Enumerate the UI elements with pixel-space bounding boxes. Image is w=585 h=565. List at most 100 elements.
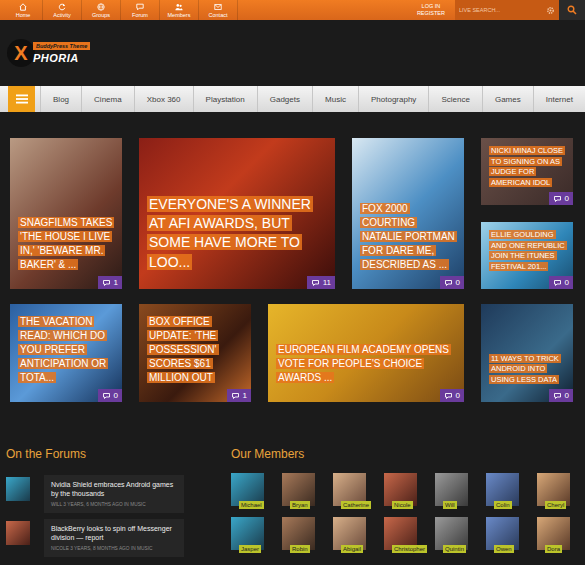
tile-caption[interactable]: ELLIE GOULDING AND ONE REPUBLIC JOIN THE…	[489, 230, 573, 272]
comment-badge[interactable]: 1	[98, 276, 122, 289]
member-name[interactable]: Christopher	[392, 545, 427, 553]
forum-post[interactable]: BlackBerry looks to spin off Messenger d…	[6, 519, 196, 557]
forum-post[interactable]: Nvidia Shield embraces Android games by …	[6, 475, 196, 513]
member[interactable]: Robin	[282, 517, 315, 553]
post-title[interactable]: Nvidia Shield embraces Android games by …	[51, 480, 177, 499]
tile-title[interactable]: NICKI MINAJ CLOSE TO SIGNING ON AS JUDGE…	[489, 146, 565, 187]
news-tile[interactable]: EVERYONE'S A WINNER AT AFI AWARDS, BUT S…	[139, 138, 335, 289]
nav-item[interactable]: Photography	[358, 86, 428, 112]
news-tile[interactable]: EUROPEAN FILM ACADEMY OPENS VOTE FOR PEO…	[268, 304, 464, 402]
top-link-label[interactable]: Activity	[53, 12, 70, 18]
member[interactable]: Abigail	[333, 517, 366, 553]
nav-item[interactable]: Gadgets	[257, 86, 312, 112]
top-link-label[interactable]: Forum	[132, 12, 148, 18]
news-tile[interactable]: 11 WAYS TO TRICK ANDROID INTO USING LESS…	[481, 304, 573, 402]
news-tile[interactable]: ELLIE GOULDING AND ONE REPUBLIC JOIN THE…	[481, 222, 573, 289]
tile-caption[interactable]: EVERYONE'S A WINNER AT AFI AWARDS, BUT S…	[147, 195, 335, 272]
top-link[interactable]: Members	[160, 0, 199, 20]
tile-caption[interactable]: SNAGFILMS TAKES 'THE HOUSE I LIVE IN,' '…	[18, 216, 122, 272]
register-link[interactable]: REGISTER	[417, 10, 445, 17]
member-name[interactable]: Will	[443, 501, 457, 509]
member-name[interactable]: Nicole	[392, 501, 413, 509]
search-button[interactable]	[559, 0, 585, 20]
logo-name[interactable]: PHORIA	[33, 52, 79, 64]
news-tile[interactable]: BOX OFFICE UPDATE: 'THE POSSESSION' SCOR…	[139, 304, 251, 402]
member-name[interactable]: Jasper	[239, 545, 261, 553]
comment-badge[interactable]: 0	[440, 276, 464, 289]
top-link-label[interactable]: Members	[168, 12, 191, 18]
top-link-label[interactable]: Home	[16, 12, 31, 18]
tile-caption[interactable]: FOX 2000 COURTING NATALIE PORTMAN FOR DA…	[360, 202, 464, 272]
tile-title[interactable]: BOX OFFICE UPDATE: 'THE POSSESSION' SCOR…	[147, 316, 219, 383]
nav-item[interactable]: Cinema	[81, 86, 134, 112]
comment-badge[interactable]: 0	[549, 276, 573, 289]
member[interactable]: Michael	[231, 473, 264, 509]
post-avatar[interactable]	[6, 521, 30, 545]
member-name[interactable]: Abigail	[341, 545, 363, 553]
tile-caption[interactable]: THE VACATION READ: WHICH DO YOU PREFER A…	[18, 315, 122, 385]
top-link-label[interactable]: Contact	[209, 12, 228, 18]
member-name[interactable]: Cheryl	[545, 501, 566, 509]
top-link[interactable]: Groups	[82, 0, 121, 20]
member-name[interactable]: Colin	[494, 501, 512, 509]
member[interactable]: Cheryl	[537, 473, 570, 509]
member-name[interactable]: Robin	[290, 545, 310, 553]
member-name[interactable]: Owen	[494, 545, 514, 553]
comment-badge[interactable]: 0	[440, 389, 464, 402]
tile-title[interactable]: THE VACATION READ: WHICH DO YOU PREFER A…	[18, 316, 108, 383]
nav-item[interactable]: Playstation	[193, 86, 257, 112]
member[interactable]: Owen	[486, 517, 519, 553]
nav-item[interactable]: Games	[482, 86, 533, 112]
member[interactable]: Quintin	[435, 517, 468, 553]
comment-badge[interactable]: 0	[98, 389, 122, 402]
news-tile[interactable]: THE VACATION READ: WHICH DO YOU PREFER A…	[10, 304, 122, 402]
nav-item[interactable]: Music	[312, 86, 358, 112]
news-tile[interactable]: FOX 2000 COURTING NATALIE PORTMAN FOR DA…	[352, 138, 464, 289]
tile-title[interactable]: 11 WAYS TO TRICK ANDROID INTO USING LESS…	[489, 354, 561, 384]
logo-mark[interactable]: X	[7, 39, 35, 67]
top-link[interactable]: Contact	[199, 0, 238, 20]
comment-badge[interactable]: 0	[549, 192, 573, 205]
member[interactable]: Jasper	[231, 517, 264, 553]
activity-icon	[58, 3, 66, 11]
top-link[interactable]: Forum	[121, 0, 160, 20]
member[interactable]: Bryan	[282, 473, 315, 509]
news-tile[interactable]: NICKI MINAJ CLOSE TO SIGNING ON AS JUDGE…	[481, 138, 573, 205]
member-name[interactable]: Quintin	[443, 545, 466, 553]
login-link[interactable]: LOG IN	[417, 3, 445, 10]
member-name[interactable]: Michael	[239, 501, 264, 509]
tile-caption[interactable]: EUROPEAN FILM ACADEMY OPENS VOTE FOR PEO…	[276, 343, 464, 385]
post-avatar[interactable]	[6, 477, 30, 501]
member-name[interactable]: Bryan	[290, 501, 310, 509]
nav-item[interactable]: Blog	[40, 86, 81, 112]
top-link[interactable]: Home	[4, 0, 43, 20]
member-name[interactable]: Catherine	[341, 501, 371, 509]
tile-title[interactable]: ELLIE GOULDING AND ONE REPUBLIC JOIN THE…	[489, 230, 567, 271]
tile-caption[interactable]: 11 WAYS TO TRICK ANDROID INTO USING LESS…	[489, 354, 573, 386]
member[interactable]: Will	[435, 473, 468, 509]
member[interactable]: Colin	[486, 473, 519, 509]
menu-button[interactable]	[8, 86, 35, 112]
search-input[interactable]	[459, 7, 544, 13]
post-title[interactable]: BlackBerry looks to spin off Messenger d…	[51, 524, 177, 543]
tile-title[interactable]: SNAGFILMS TAKES 'THE HOUSE I LIVE IN,' '…	[18, 217, 114, 270]
top-link-label[interactable]: Groups	[92, 12, 110, 18]
news-tile[interactable]: SNAGFILMS TAKES 'THE HOUSE I LIVE IN,' '…	[10, 138, 122, 289]
member[interactable]: Nicole	[384, 473, 417, 509]
top-link[interactable]: Activity	[43, 0, 82, 20]
tile-title[interactable]: EVERYONE'S A WINNER AT AFI AWARDS, BUT S…	[147, 196, 313, 270]
member-name[interactable]: Dora	[545, 545, 562, 553]
comment-badge[interactable]: 1	[227, 389, 251, 402]
member[interactable]: Dora	[537, 517, 570, 553]
member[interactable]: Christopher	[384, 517, 417, 553]
tile-caption[interactable]: BOX OFFICE UPDATE: 'THE POSSESSION' SCOR…	[147, 315, 251, 385]
tile-title[interactable]: EUROPEAN FILM ACADEMY OPENS VOTE FOR PEO…	[276, 344, 451, 383]
nav-item[interactable]: Internet	[533, 86, 585, 112]
member[interactable]: Catherine	[333, 473, 366, 509]
comment-badge[interactable]: 11	[307, 276, 335, 289]
nav-item[interactable]: Xbox 360	[134, 86, 193, 112]
nav-item[interactable]: Science	[428, 86, 482, 112]
tile-caption[interactable]: NICKI MINAJ CLOSE TO SIGNING ON AS JUDGE…	[489, 146, 573, 188]
comment-badge[interactable]: 0	[549, 389, 573, 402]
tile-title[interactable]: FOX 2000 COURTING NATALIE PORTMAN FOR DA…	[360, 203, 457, 270]
